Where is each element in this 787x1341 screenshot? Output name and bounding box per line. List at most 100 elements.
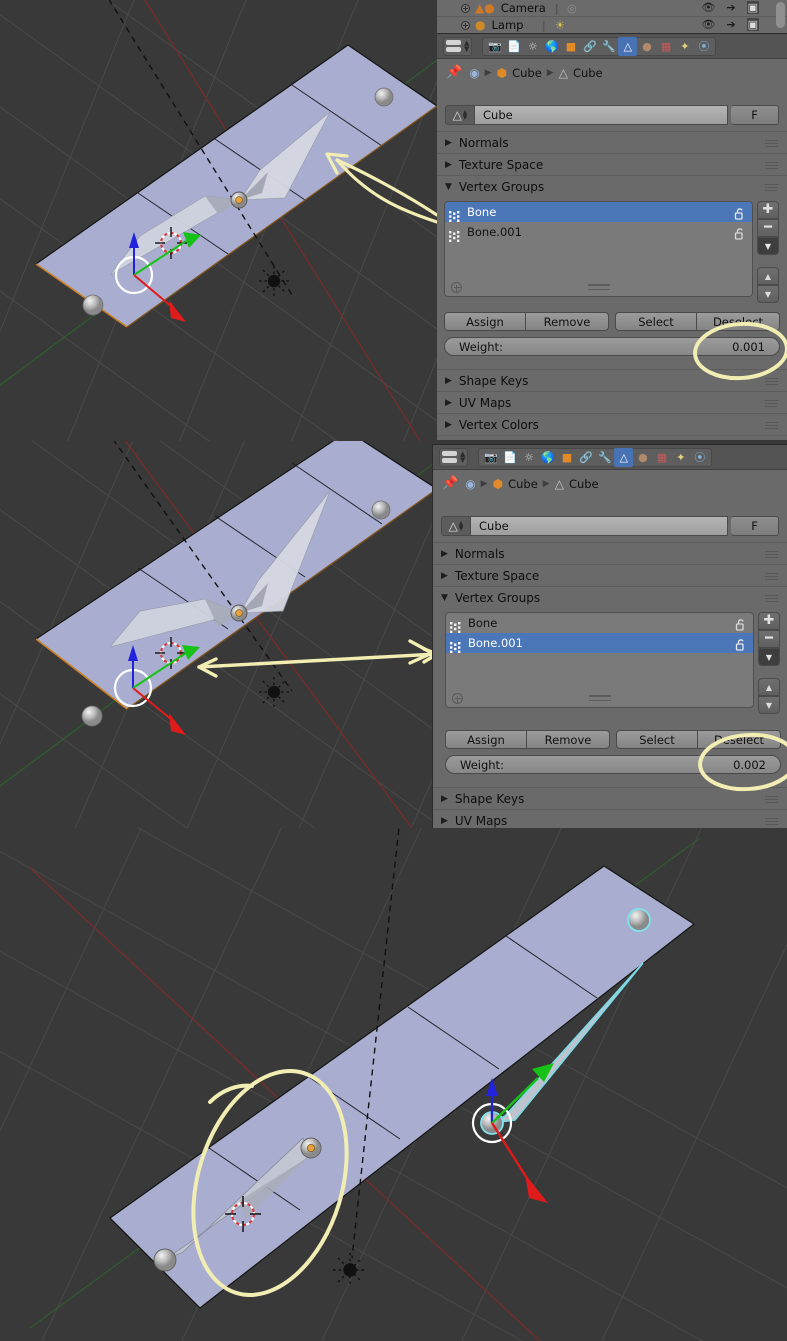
render-camera-icon[interactable]: ▣ bbox=[746, 1, 759, 14]
section-texture-space[interactable]: ▶ Texture Space bbox=[433, 564, 787, 586]
add-icon[interactable]: ✚ bbox=[758, 612, 780, 630]
render-icon[interactable]: 📷 bbox=[481, 448, 500, 467]
chevron-updown-icon[interactable]: ▲ ▼ bbox=[463, 110, 468, 121]
vertex-group-item[interactable]: Bone bbox=[446, 613, 753, 633]
vertex-group-item[interactable]: Bone.001 bbox=[446, 633, 753, 653]
section-uv-maps[interactable]: ▶ UV Maps bbox=[433, 809, 787, 828]
editor-type-selector[interactable]: ▲ ▼ bbox=[443, 36, 473, 56]
object-data-icon[interactable]: △ bbox=[618, 36, 638, 56]
section-shape-keys[interactable]: ▶ Shape Keys bbox=[437, 369, 787, 391]
vg-side-lower[interactable]: ▲ ▼ bbox=[757, 267, 779, 303]
vertex-group-selection-actions[interactable]: Select Deselect bbox=[616, 730, 781, 749]
weight-slider[interactable]: Weight: 0.001 bbox=[444, 337, 780, 356]
section-vertex-groups[interactable]: ▼ Vertex Groups bbox=[433, 586, 787, 608]
datablock-name-input[interactable]: Cube bbox=[475, 105, 728, 125]
material-icon[interactable]: ● bbox=[637, 37, 656, 56]
add-icon[interactable]: ✚ bbox=[757, 201, 779, 219]
fake-user-button[interactable]: F bbox=[731, 516, 779, 536]
modifiers-icon[interactable]: 🔧 bbox=[599, 37, 618, 56]
breadcrumb-data[interactable]: Cube bbox=[569, 477, 599, 491]
expand-toggle-icon[interactable] bbox=[461, 21, 470, 30]
datablock-name-input[interactable]: Cube bbox=[471, 516, 728, 536]
editor-type-selector[interactable]: ▲ ▼ bbox=[439, 447, 469, 467]
properties-editor-top[interactable]: ▲ ▼ 📷 📄 ☼ 🌎 ■ 🔗 🔧 △ ● ▦ ✦ ⦿ 📌 ◉ ▶ ⬢ Cube… bbox=[437, 33, 787, 440]
browse-id-icon[interactable]: ◉ bbox=[469, 66, 479, 80]
breadcrumb-data[interactable]: Cube bbox=[573, 66, 603, 80]
constraints-icon[interactable]: 🔗 bbox=[576, 448, 595, 467]
deselect-button[interactable]: Deselect bbox=[698, 730, 781, 749]
list-filter-icon[interactable] bbox=[452, 693, 463, 704]
vertex-group-list[interactable]: Bone Bone.001 bbox=[444, 201, 753, 297]
chevron-updown-icon[interactable]: ▲ ▼ bbox=[464, 40, 469, 53]
vertex-group-selection-actions[interactable]: Select Deselect bbox=[615, 312, 780, 331]
material-icon[interactable]: ● bbox=[633, 448, 652, 467]
object-data-icon[interactable]: △ bbox=[614, 447, 634, 467]
physics-icon[interactable]: ⦿ bbox=[694, 37, 713, 56]
move-down-icon[interactable]: ▼ bbox=[757, 285, 779, 303]
physics-icon[interactable]: ⦿ bbox=[690, 448, 709, 467]
output-icon[interactable]: 📄 bbox=[504, 37, 523, 56]
unlocked-icon[interactable] bbox=[735, 636, 747, 655]
list-resize-grip[interactable] bbox=[587, 284, 610, 293]
datablock-row[interactable]: △ ▲ ▼ Cube F bbox=[445, 105, 779, 125]
remove-button[interactable]: Remove bbox=[526, 312, 609, 331]
assign-button[interactable]: Assign bbox=[445, 730, 527, 749]
outliner-row-lamp[interactable]: ● Lamp | ☀ 👁 ➔ ▣ bbox=[437, 17, 787, 33]
scene-icon[interactable]: ☼ bbox=[523, 37, 542, 56]
fake-user-button[interactable]: F bbox=[731, 105, 779, 125]
chevron-updown-icon[interactable]: ▲ ▼ bbox=[459, 521, 464, 532]
specials-dropdown-icon[interactable]: ▼ bbox=[758, 648, 780, 666]
select-button[interactable]: Select bbox=[616, 730, 698, 749]
list-resize-grip[interactable] bbox=[588, 695, 611, 704]
cursor-icon[interactable]: ➔ bbox=[726, 18, 735, 31]
object-icon[interactable]: ■ bbox=[561, 37, 580, 56]
weight-value[interactable]: 0.002 bbox=[733, 758, 766, 772]
object-icon[interactable]: ■ bbox=[557, 448, 576, 467]
vertex-group-actions[interactable]: Assign Remove bbox=[445, 730, 610, 749]
properties-editor-bottom[interactable]: ▲ ▼ 📷 📄 ☼ 🌎 ■ 🔗 🔧 △ ● ▦ ✦ ⦿ 📌 ◉ ▶ ⬢ Cube… bbox=[432, 444, 787, 828]
properties-tabbar[interactable]: ▲ ▼ 📷 📄 ☼ 🌎 ■ 🔗 🔧 △ ● ▦ ✦ ⦿ bbox=[433, 445, 787, 470]
vg-side-upper[interactable]: ✚ ━ ▼ bbox=[758, 612, 780, 666]
section-vertex-groups[interactable]: ▼ Vertex Groups bbox=[437, 175, 787, 197]
texture-icon[interactable]: ▦ bbox=[652, 448, 671, 467]
outliner-scrollbar[interactable] bbox=[776, 2, 785, 28]
move-up-icon[interactable]: ▲ bbox=[757, 267, 779, 285]
vertex-group-item[interactable]: Bone.001 bbox=[445, 222, 752, 242]
weight-value[interactable]: 0.001 bbox=[732, 340, 765, 354]
pin-icon[interactable]: 📌 bbox=[442, 476, 458, 491]
world-icon[interactable]: 🌎 bbox=[542, 37, 561, 56]
section-geometry-data-partial[interactable]: ▶ bbox=[437, 435, 787, 440]
scene-icon[interactable]: ☼ bbox=[519, 448, 538, 467]
browse-id-icon[interactable]: ◉ bbox=[465, 477, 475, 491]
section-normals[interactable]: ▶ Normals bbox=[437, 131, 787, 153]
breadcrumb-object[interactable]: Cube bbox=[508, 477, 538, 491]
select-button[interactable]: Select bbox=[615, 312, 697, 331]
section-texture-space[interactable]: ▶ Texture Space bbox=[437, 153, 787, 175]
section-normals[interactable]: ▶ Normals bbox=[433, 542, 787, 564]
properties-tabbar[interactable]: ▲ ▼ 📷 📄 ☼ 🌎 ■ 🔗 🔧 △ ● ▦ ✦ ⦿ bbox=[437, 34, 787, 59]
remove-icon[interactable]: ━ bbox=[757, 219, 779, 237]
cursor-icon[interactable]: ➔ bbox=[726, 1, 735, 14]
world-icon[interactable]: 🌎 bbox=[538, 448, 557, 467]
assign-button[interactable]: Assign bbox=[444, 312, 526, 331]
section-uv-maps[interactable]: ▶ UV Maps bbox=[437, 391, 787, 413]
vertex-group-actions[interactable]: Assign Remove bbox=[444, 312, 609, 331]
eye-icon[interactable]: 👁 bbox=[701, 18, 715, 31]
unlocked-icon[interactable] bbox=[734, 225, 746, 244]
particles-icon[interactable]: ✦ bbox=[675, 37, 694, 56]
pin-icon[interactable]: 📌 bbox=[446, 65, 462, 80]
deselect-button[interactable]: Deselect bbox=[697, 312, 780, 331]
viewport-bottom[interactable] bbox=[0, 828, 787, 1341]
expand-toggle-icon[interactable] bbox=[461, 4, 470, 13]
breadcrumb-object[interactable]: Cube bbox=[512, 66, 542, 80]
specials-dropdown-icon[interactable]: ▼ bbox=[757, 237, 779, 255]
output-icon[interactable]: 📄 bbox=[500, 448, 519, 467]
render-icon[interactable]: 📷 bbox=[485, 37, 504, 56]
outliner-editor[interactable]: ▲● Camera | ◎ 👁 ➔ ▣ ● Lamp | ☀ 👁 ➔ ▣ bbox=[437, 0, 787, 33]
vg-side-lower[interactable]: ▲ ▼ bbox=[758, 678, 780, 714]
particles-icon[interactable]: ✦ bbox=[671, 448, 690, 467]
list-filter-icon[interactable] bbox=[451, 282, 462, 293]
vertex-group-list[interactable]: Bone Bone.001 bbox=[445, 612, 754, 708]
viewport-middle[interactable] bbox=[0, 441, 437, 839]
viewport-top[interactable] bbox=[0, 0, 437, 441]
